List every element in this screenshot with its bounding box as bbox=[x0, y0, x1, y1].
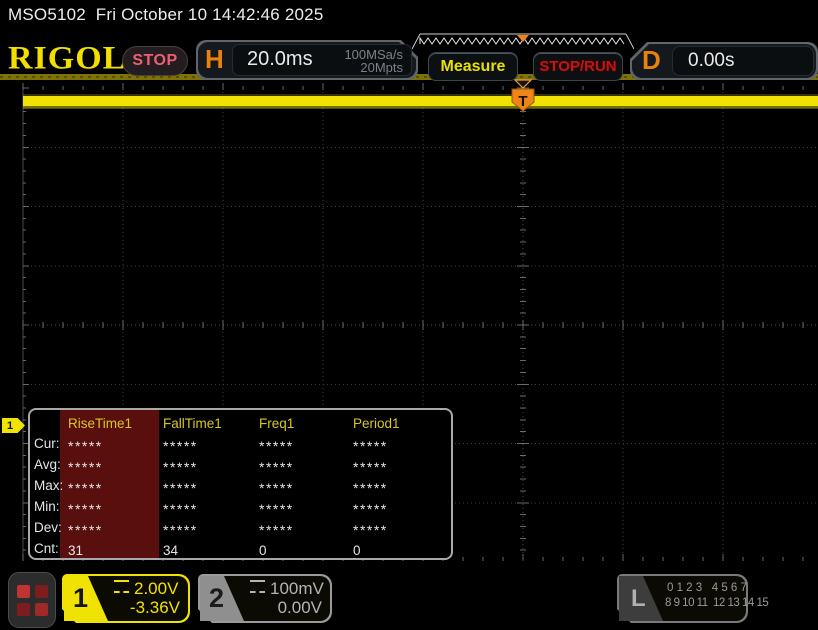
table-cell: 31 bbox=[68, 543, 84, 558]
table-cell: ***** bbox=[163, 522, 198, 538]
menu-grid-icon bbox=[34, 602, 48, 616]
channel2-badge[interactable]: 2 100mV 0.00V bbox=[198, 574, 332, 623]
table-cell: ***** bbox=[259, 522, 294, 538]
stop-run-button-label: STOP/RUN bbox=[539, 58, 617, 75]
delay-value: 0.00s bbox=[688, 50, 735, 71]
channel2-scale: 100mV bbox=[250, 579, 324, 599]
table-column: RiseTime1 ***** ***** ***** ***** ***** 31 bbox=[68, 416, 132, 558]
table-column: Period1 ***** ***** ***** ***** ***** 0 bbox=[353, 416, 400, 558]
la-label: L bbox=[631, 585, 646, 612]
menu-grid-button[interactable] bbox=[8, 572, 56, 628]
table-cell: 34 bbox=[163, 543, 179, 558]
waveform-overview-strip[interactable] bbox=[412, 33, 634, 50]
channel1-badge[interactable]: 1 2.00V -3.36V bbox=[62, 574, 190, 623]
delay-panel[interactable]: D 0.00s bbox=[630, 42, 818, 80]
rigol-logo: RIGOL bbox=[8, 40, 127, 77]
channel2-number: 2 bbox=[209, 583, 225, 613]
channel1-offset: -3.36V bbox=[129, 598, 180, 617]
table-row-label: Dev: bbox=[34, 520, 62, 535]
table-cell: ***** bbox=[353, 522, 388, 538]
delay-inset: 0.00s bbox=[672, 46, 814, 76]
stop-run-button[interactable]: STOP/RUN bbox=[533, 52, 623, 81]
table-cell: ***** bbox=[353, 459, 388, 475]
d-label: D bbox=[642, 45, 661, 75]
table-cell: ***** bbox=[259, 501, 294, 517]
table-column: Freq1 ***** ***** ***** ***** ***** 0 bbox=[259, 416, 294, 558]
overview-trigger-icon bbox=[517, 35, 529, 42]
timebase-value: 20.0ms bbox=[247, 48, 313, 70]
table-cell: ***** bbox=[163, 480, 198, 496]
svg-text:T: T bbox=[518, 93, 527, 110]
table-cell: ***** bbox=[68, 522, 103, 538]
table-row-label: Cnt: bbox=[34, 541, 59, 556]
run-state-label: STOP bbox=[132, 52, 178, 69]
table-column: FallTime1 ***** ***** ***** ***** ***** 34 bbox=[163, 416, 222, 558]
menu-grid-icon bbox=[34, 584, 48, 598]
table-cell: ***** bbox=[68, 459, 103, 475]
table-column-header[interactable]: Period1 bbox=[353, 416, 400, 438]
header-bar: RIGOL STOP H 20.0ms 100MSa/s 20Mpts Meas… bbox=[0, 30, 818, 86]
table-row-label: Cur: bbox=[34, 436, 60, 451]
la-digital-channels-8-15: 8 9 10 11 12 13 14 15 bbox=[665, 597, 769, 609]
table-column-header[interactable]: FallTime1 bbox=[163, 416, 222, 438]
oscilloscope-screen: T MSO5102 Fri October 10 14:42:46 2025 R… bbox=[0, 0, 818, 630]
channel1-number: 1 bbox=[73, 583, 89, 613]
table-cell: 0 bbox=[353, 543, 361, 558]
table-cell: ***** bbox=[259, 459, 294, 475]
table-cell: ***** bbox=[353, 438, 388, 454]
ch1-ground-marker-label: 1 bbox=[7, 419, 14, 432]
table-cell: ***** bbox=[68, 438, 103, 454]
ch1-trace bbox=[23, 96, 818, 106]
channel1-scale: 2.00V bbox=[114, 579, 178, 599]
horizontal-timebase-panel[interactable]: H 20.0ms 100MSa/s 20Mpts bbox=[196, 40, 418, 80]
menu-grid-icon bbox=[16, 584, 30, 598]
table-column-header[interactable]: RiseTime1 bbox=[68, 416, 132, 438]
table-row-label: Min: bbox=[34, 499, 60, 514]
table-cell: ***** bbox=[353, 480, 388, 496]
measure-button[interactable]: Measure bbox=[428, 52, 518, 81]
measurement-table[interactable]: Cur: Avg: Max: Min: Dev: Cnt: RiseTime1 ***** **… bbox=[28, 408, 453, 560]
table-cell: ***** bbox=[163, 438, 198, 454]
channel2-offset: 0.00V bbox=[277, 598, 322, 617]
table-cell: ***** bbox=[353, 501, 388, 517]
run-state-badge: STOP bbox=[122, 46, 188, 76]
timebase-inset: 20.0ms 100MSa/s 20Mpts bbox=[232, 44, 412, 76]
memory-depth: 20Mpts bbox=[360, 60, 403, 75]
table-row-label: Avg: bbox=[34, 457, 61, 472]
table-row-labels: Cur: Avg: Max: Min: Dev: Cnt: bbox=[34, 436, 64, 558]
table-cell: 0 bbox=[259, 543, 267, 558]
table-cell: ***** bbox=[259, 438, 294, 454]
table-cell: ***** bbox=[163, 459, 198, 475]
dc-coupling-icon bbox=[114, 580, 129, 593]
dc-coupling-icon bbox=[250, 580, 265, 593]
la-digital-channels-0-7: 0 1 2 3 4 5 6 7 bbox=[667, 582, 747, 594]
table-cell: ***** bbox=[259, 480, 294, 496]
table-cell: ***** bbox=[68, 501, 103, 517]
measure-button-label: Measure bbox=[440, 57, 506, 75]
table-cell: ***** bbox=[68, 480, 103, 496]
menu-grid-icon bbox=[16, 602, 30, 616]
table-row-label: Max: bbox=[34, 478, 64, 493]
table-column-header[interactable]: Freq1 bbox=[259, 416, 294, 438]
h-label: H bbox=[205, 44, 224, 74]
bottom-bar: 1 2.00V -3.36V 2 100mV 0.00V L 0 1 2 3 4… bbox=[0, 562, 818, 630]
logic-analyzer-badge[interactable]: L 0 1 2 3 4 5 6 7 8 9 10 11 12 13 14 15 bbox=[617, 574, 769, 623]
table-cell: ***** bbox=[163, 501, 198, 517]
